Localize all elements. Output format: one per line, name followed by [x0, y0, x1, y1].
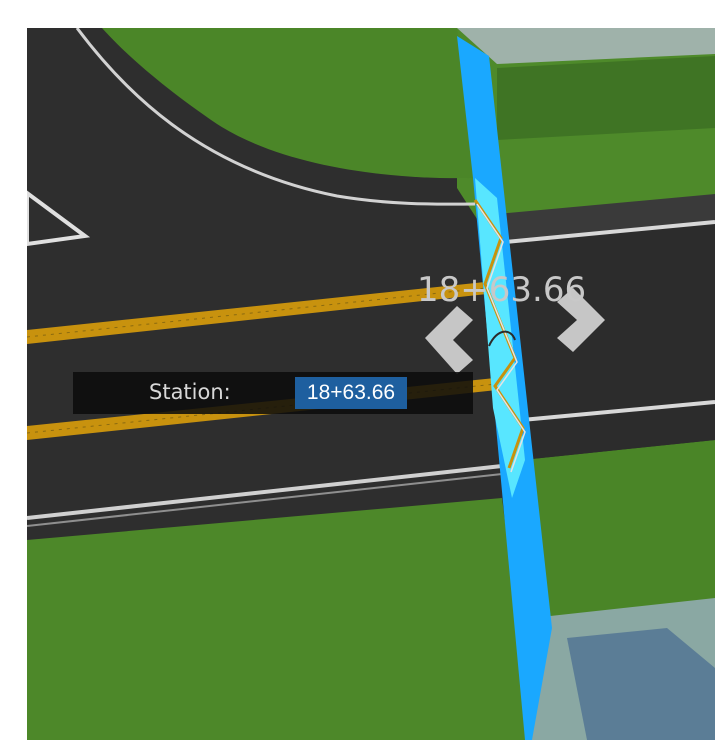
grass-top-right-shade	[497, 56, 715, 140]
station-input[interactable]	[295, 377, 407, 409]
station-editor: Station:	[73, 372, 473, 414]
station-value-overlay: 18+63.66	[417, 270, 587, 310]
screenshot-frame: 18+63.66 Station:	[0, 0, 715, 755]
station-label: Station:	[149, 380, 231, 404]
grass-bottom-left	[27, 498, 532, 740]
road-right-segment	[497, 220, 715, 460]
3d-road-viewport[interactable]: 18+63.66 Station:	[27, 28, 715, 740]
